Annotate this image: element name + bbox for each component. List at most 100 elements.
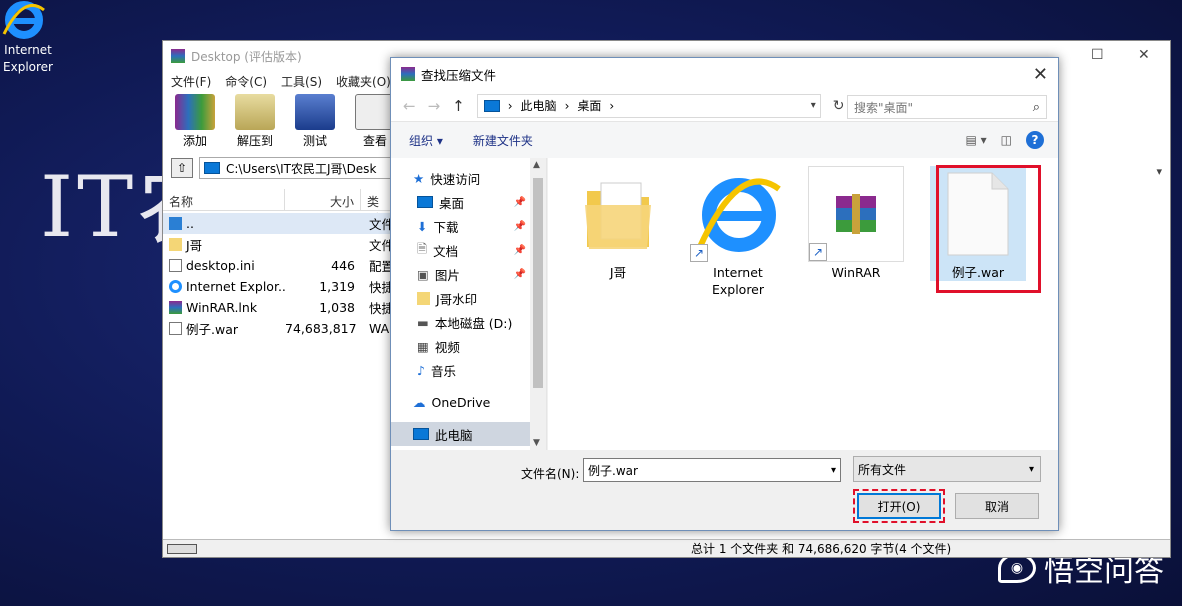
test-button[interactable]: 测试 [291, 94, 339, 149]
dialog-close-icon[interactable]: ✕ [1033, 64, 1048, 85]
add-button[interactable]: 添加 [171, 94, 219, 149]
table-row[interactable]: 例子.war 74,683,817 WA [163, 318, 393, 339]
help-icon[interactable]: ? [1026, 131, 1044, 149]
dialog-title: 查找压缩文件 [421, 67, 497, 83]
dialog-titlebar[interactable]: 查找压缩文件 ✕ [391, 58, 1058, 90]
sidebar-item-watermark-folder[interactable]: J哥水印 [391, 286, 546, 310]
path-dropdown-icon[interactable]: ▾ [1156, 165, 1162, 178]
breadcrumb-this-pc[interactable]: 此电脑 [521, 97, 557, 114]
desktop-icon-label-2: Explorer [3, 60, 53, 74]
row-type: 配置 [369, 259, 391, 274]
file-tile-internet-explorer[interactable]: ↗ Internet Explorer [690, 166, 786, 298]
nav-scrollbar[interactable]: ▲ ▼ [530, 158, 546, 450]
table-row[interactable]: desktop.ini 446 配置 [163, 255, 393, 276]
organize-button[interactable]: 组织 ▾ [409, 132, 443, 149]
search-input[interactable]: 搜索"桌面" ⌕ [847, 95, 1047, 119]
filetype-select[interactable]: 所有文件 ▾ [853, 456, 1041, 482]
menu-commands[interactable]: 命令(C) [225, 73, 267, 90]
winrar-path-text: C:\Users\IT农民工J哥\Desk [226, 161, 377, 176]
file-name-line2: Explorer [711, 282, 765, 297]
table-row[interactable]: .. 文件 [163, 213, 393, 234]
desktop-icon [417, 196, 433, 208]
sidebar-item-downloads[interactable]: ⬇ 下载 📌 [391, 214, 546, 238]
view-label: 查看 [362, 134, 387, 148]
sidebar-item-desktop[interactable]: 桌面 📌 [391, 190, 546, 214]
file-name: J哥 [609, 265, 627, 280]
breadcrumb-desktop[interactable]: 桌面 [577, 97, 601, 114]
scroll-thumb[interactable] [533, 178, 543, 388]
menu-favorites[interactable]: 收藏夹(O) [336, 73, 391, 90]
sidebar-item-documents[interactable]: 🗎 文档 📌 [391, 238, 546, 262]
shortcut-arrow-icon: ↗ [690, 244, 708, 262]
close-icon[interactable]: ✕ [1138, 47, 1150, 63]
pin-icon: 📌 [513, 196, 526, 208]
filename-field[interactable]: 例子.war ▾ [583, 458, 841, 482]
sidebar-item-pictures[interactable]: ▣ 图片 📌 [391, 262, 546, 286]
filetype-value: 所有文件 [858, 462, 907, 477]
scroll-down-icon[interactable]: ▼ [533, 438, 540, 448]
sidebar-item-label: 桌面 [439, 195, 465, 211]
refresh-icon[interactable]: ↻ [833, 98, 845, 114]
back-icon[interactable]: ← [403, 97, 416, 115]
sidebar-item-label: 此电脑 [435, 427, 473, 443]
breadcrumb[interactable]: › 此电脑 › 桌面 › ▾ [476, 93, 821, 118]
menu-tools[interactable]: 工具(S) [281, 73, 322, 90]
desktop-ie-shortcut[interactable]: Internet Explorer [0, 0, 56, 76]
up-icon[interactable]: ↑ [452, 97, 465, 115]
table-row[interactable]: WinRAR.lnk 1,038 快捷 [163, 297, 393, 318]
row-type: 快捷 [369, 301, 391, 316]
row-size: 446 [331, 258, 355, 273]
menu-file[interactable]: 文件(F) [171, 73, 211, 90]
table-row[interactable]: Internet Explor... 1,319 快捷 [163, 276, 393, 297]
file-name: WinRAR [831, 265, 881, 280]
file-tile-folder[interactable]: J哥 [570, 166, 666, 281]
drive-icon [204, 162, 220, 174]
sidebar-item-this-pc[interactable]: 此电脑 [391, 422, 546, 446]
col-name[interactable]: 名称 [163, 189, 285, 210]
status-text: 总计 1 个文件夹 和 74,686,620 字节(4 个文件) [691, 542, 952, 556]
winrar-icon: ↗ [808, 166, 904, 262]
sidebar-item-videos[interactable]: ▦ 视频 [391, 334, 546, 358]
preview-pane-icon[interactable]: ◫ [1001, 133, 1012, 147]
extract-icon [235, 94, 275, 130]
add-archive-icon [175, 94, 215, 130]
parent-folder-icon [169, 217, 182, 230]
view-options-icon[interactable]: ▤ ▾ [965, 133, 986, 147]
forward-icon[interactable]: → [428, 97, 441, 115]
maximize-icon[interactable]: ☐ [1091, 47, 1104, 63]
row-name: 例子.war [186, 322, 238, 337]
sidebar-item-quick-access[interactable]: ★ 快速访问 [391, 166, 546, 190]
add-label: 添加 [182, 134, 207, 148]
sidebar-item-label: 视频 [434, 339, 460, 355]
dialog-bottom-bar: 文件名(N): 例子.war ▾ 所有文件 ▾ 打开(O) 取消 [391, 450, 1058, 530]
up-folder-button[interactable]: ⇧ [171, 158, 193, 178]
scroll-up-icon[interactable]: ▲ [533, 160, 540, 170]
open-button[interactable]: 打开(O) [853, 489, 945, 523]
picture-icon: ▣ [417, 266, 429, 282]
file-name: Internet [713, 265, 763, 280]
row-name: .. [186, 216, 194, 231]
new-folder-button[interactable]: 新建文件夹 [473, 132, 533, 149]
chevron-down-icon[interactable]: ▾ [811, 100, 816, 111]
winrar-app-icon [171, 49, 185, 63]
chevron-down-icon[interactable]: ▾ [831, 465, 836, 476]
row-name: Internet Explor... [186, 279, 285, 294]
file-tile-winrar[interactable]: ↗ WinRAR [808, 166, 904, 281]
col-type[interactable]: 类型 [361, 189, 393, 226]
cancel-button[interactable]: 取消 [955, 493, 1039, 519]
sidebar-item-local-disk[interactable]: ▬ 本地磁盘 (D:) [391, 310, 546, 334]
cloud-icon: ☁ [413, 394, 426, 410]
col-size[interactable]: 大小 [285, 189, 361, 210]
sidebar-item-label: 文档 [433, 243, 459, 259]
search-icon: ⌕ [1032, 99, 1040, 115]
row-type: 文件 [369, 217, 391, 232]
extract-button[interactable]: 解压到 [231, 94, 279, 149]
test-icon [295, 94, 335, 130]
music-icon: ♪ [417, 362, 425, 378]
drive-icon: ▬ [417, 314, 429, 330]
sidebar-item-music[interactable]: ♪ 音乐 [391, 358, 546, 382]
pin-icon: 📌 [513, 268, 526, 280]
table-row[interactable]: J哥 文件 [163, 234, 393, 255]
sidebar-item-onedrive[interactable]: ☁ OneDrive [391, 390, 546, 414]
row-name: J哥 [186, 238, 203, 253]
